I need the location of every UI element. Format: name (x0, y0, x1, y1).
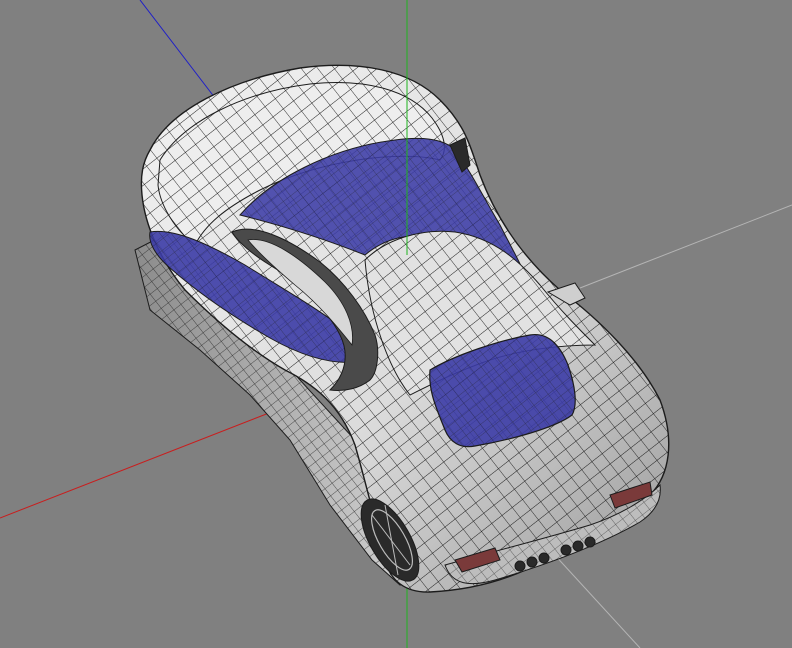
car-body-wireframe[interactable] (134, 64, 670, 593)
x-axis (0, 403, 293, 519)
z-axis (139, 0, 216, 99)
3d-viewport[interactable] (0, 0, 792, 648)
grid-line (579, 204, 792, 289)
grid-line (551, 551, 641, 648)
